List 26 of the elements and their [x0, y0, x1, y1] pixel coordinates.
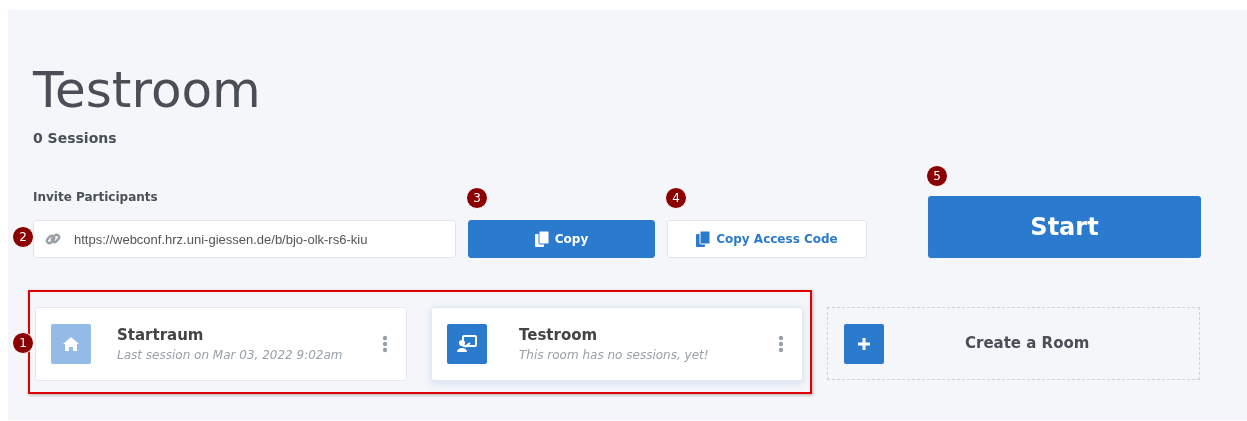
- callout-marker: 4: [665, 187, 687, 209]
- room-card[interactable]: Startraum Last session on Mar 03, 2022 9:02am: [35, 307, 407, 381]
- session-count: 0 Sessions: [33, 129, 118, 148]
- room-name: Testroom: [519, 324, 599, 346]
- copy-icon: [534, 231, 549, 247]
- plus-icon: [844, 323, 884, 364]
- invite-url-field[interactable]: https://webconf.hrz.uni-giessen.de/b/bjo-olk-rs6-kiu: [33, 220, 456, 258]
- callout-marker: 1: [12, 332, 34, 354]
- invite-label: Invite Participants: [33, 189, 158, 206]
- room-title: Testroom: [33, 62, 262, 118]
- room-card[interactable]: Testroom This room has no sessions, yet!: [431, 307, 803, 381]
- room-name: Startraum: [117, 324, 205, 346]
- create-room-card[interactable]: Create a Room: [827, 307, 1200, 380]
- more-menu-icon[interactable]: [778, 335, 784, 353]
- copy-icon: [696, 231, 711, 247]
- callout-marker: 3: [466, 187, 488, 209]
- callout-marker: 2: [12, 226, 34, 248]
- create-room-label: Create a Room: [965, 333, 1090, 355]
- room-status: Last session on Mar 03, 2022 9:02am: [117, 347, 344, 365]
- more-menu-icon[interactable]: [382, 335, 388, 353]
- copy-button[interactable]: Copy: [468, 220, 655, 258]
- callout-marker: 5: [926, 165, 948, 187]
- link-icon: [45, 231, 61, 247]
- start-button[interactable]: Start: [928, 196, 1201, 258]
- copy-button[interactable]: Copy Access Code: [667, 220, 867, 258]
- room-status: This room has no sessions, yet!: [519, 347, 710, 365]
